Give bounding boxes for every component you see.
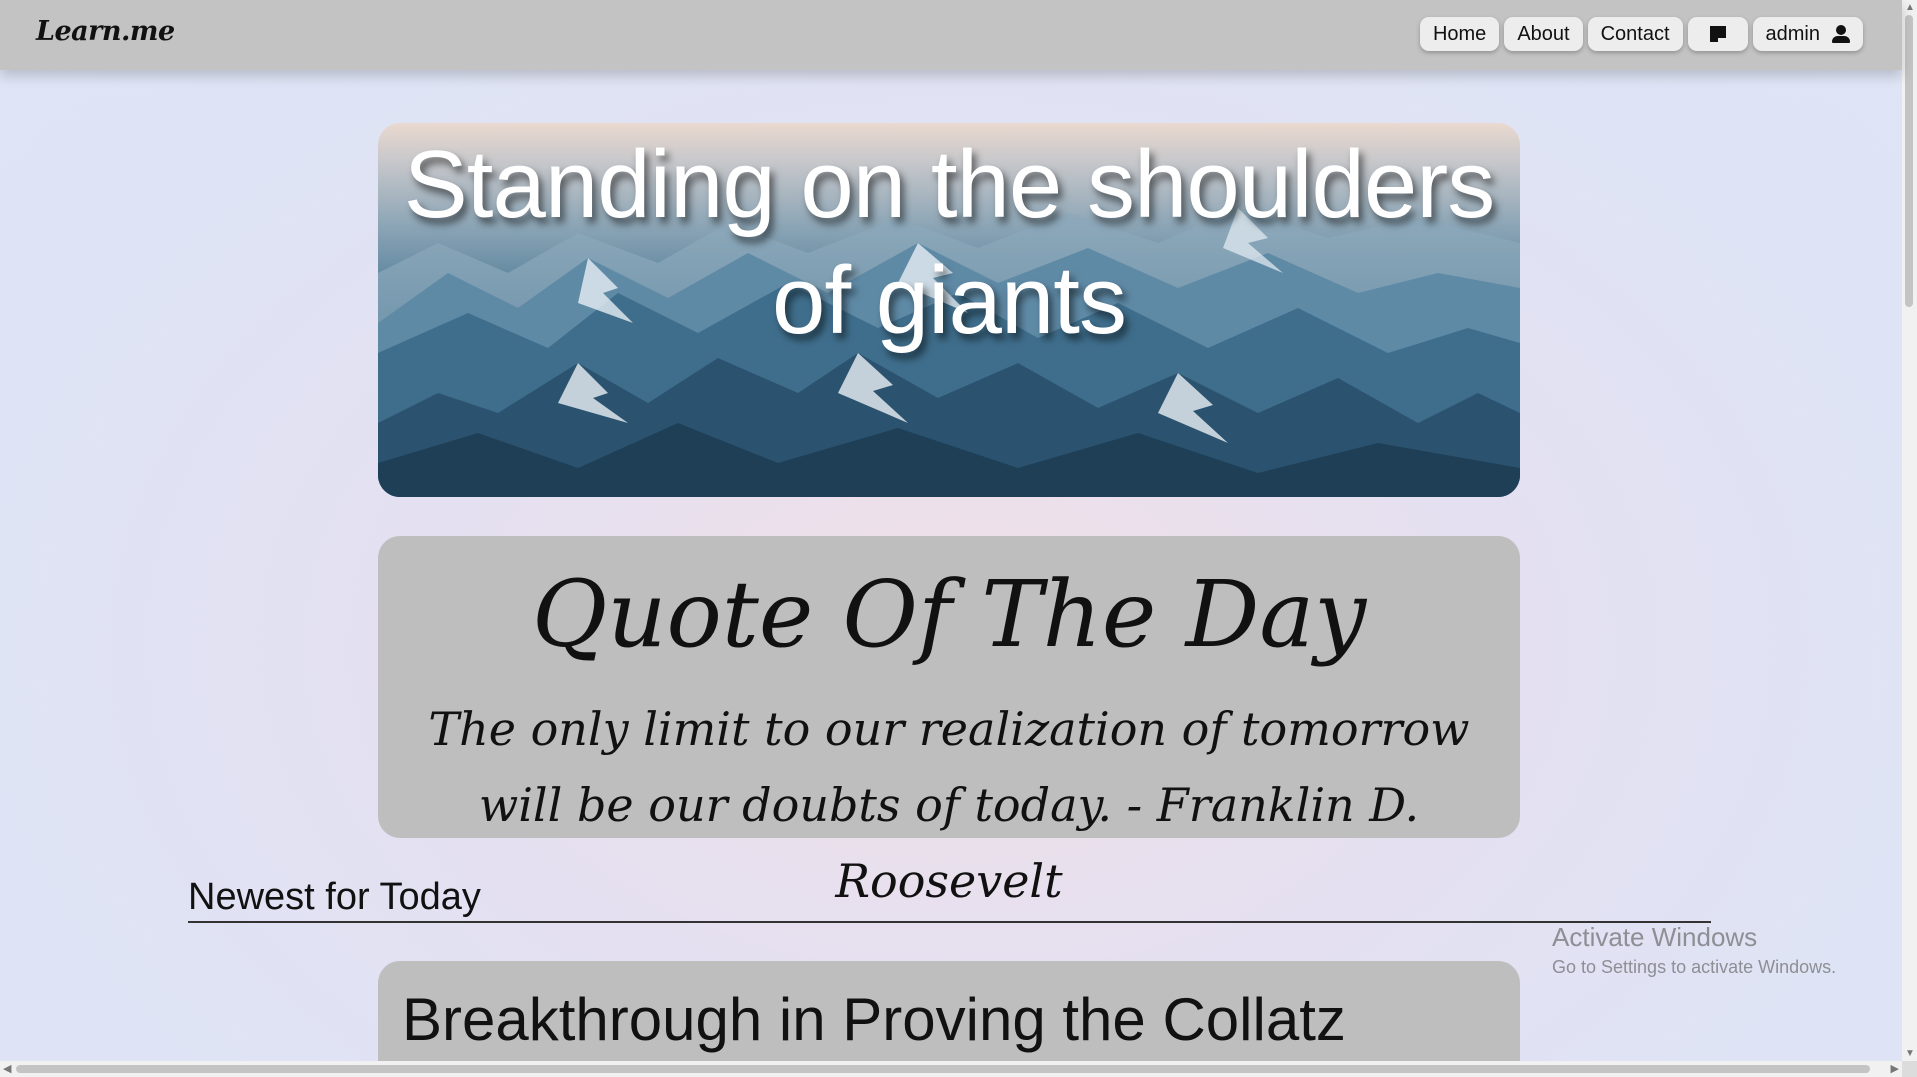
scrollbar-corner <box>1902 1061 1917 1077</box>
nav-buttons: Home About Contact admin <box>1419 17 1863 51</box>
navbar: Learn.me Home About Contact admin <box>0 0 1902 70</box>
hero-title: Standing on the shoulders of giants <box>403 131 1495 354</box>
activate-windows-watermark: Activate Windows Go to Settings to activ… <box>1552 922 1836 978</box>
quote-heading: Quote Of The Day <box>531 561 1367 668</box>
newest-section-heading: Newest for Today <box>188 876 481 918</box>
scroll-left-arrow-icon[interactable]: ◀ <box>3 1062 11 1075</box>
scroll-down-arrow-icon[interactable]: ▼ <box>1905 1048 1915 1059</box>
horizontal-scroll-thumb[interactable] <box>16 1065 1870 1073</box>
article-title[interactable]: Breakthrough in Proving the Collatz <box>402 985 1346 1054</box>
vertical-scroll-thumb[interactable] <box>1905 15 1913 307</box>
quote-of-the-day-card: Quote Of The Day The only limit to our r… <box>378 536 1520 908</box>
nav-about-button[interactable]: About <box>1504 17 1583 51</box>
quote-text: The only limit to our realization of tom… <box>428 702 1470 908</box>
horizontal-scrollbar[interactable]: ◀ ▶ <box>0 1061 1902 1077</box>
watermark-line-2: Go to Settings to activate Windows. <box>1552 957 1837 977</box>
nav-contact-button[interactable]: Contact <box>1587 17 1683 51</box>
scroll-up-arrow-icon[interactable]: ▲ <box>1905 2 1915 13</box>
article-card[interactable]: Breakthrough in Proving the Collatz <box>378 961 1520 1077</box>
sticky-note-icon <box>1709 26 1726 42</box>
scroll-right-arrow-icon[interactable]: ▶ <box>1891 1062 1899 1075</box>
user-menu-button[interactable]: admin <box>1752 17 1863 51</box>
nav-home-button[interactable]: Home <box>1419 17 1500 51</box>
hero-banner: Standing on the shoulders of giants <box>378 123 1520 497</box>
brand-logo[interactable]: Learn.me <box>36 16 175 47</box>
watermark-line-1: Activate Windows <box>1552 922 1758 952</box>
user-icon <box>1832 25 1850 43</box>
notes-button[interactable] <box>1687 17 1748 51</box>
vertical-scrollbar[interactable]: ▲ ▼ <box>1902 0 1917 1061</box>
section-divider <box>188 921 1711 923</box>
user-name-label: admin <box>1765 22 1820 45</box>
